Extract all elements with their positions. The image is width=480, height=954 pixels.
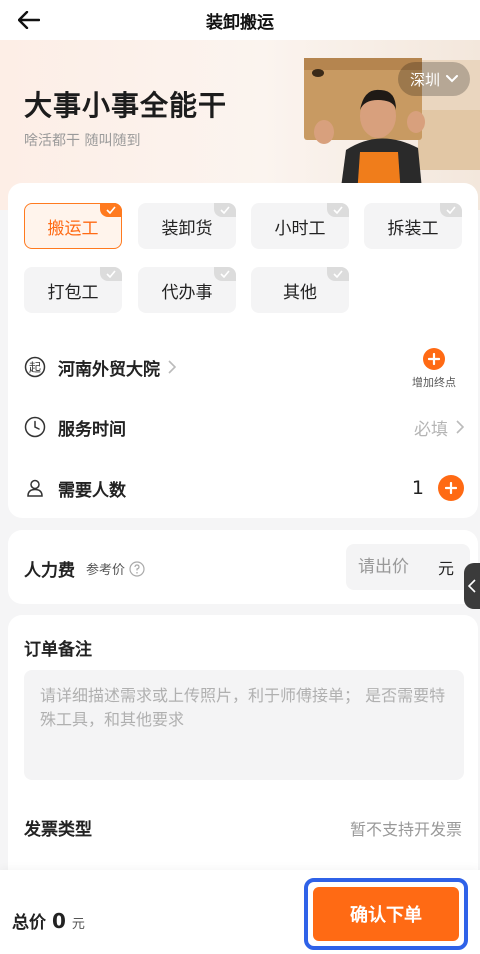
service-time-row[interactable]: 服务时间 必填 bbox=[24, 407, 464, 447]
people-count-label: 需要人数 bbox=[58, 480, 126, 501]
chip-xiaoshi[interactable]: 小时工 bbox=[251, 203, 349, 249]
city-selector[interactable]: 深圳 bbox=[398, 62, 470, 96]
confirm-order-button[interactable]: 确认下单 bbox=[313, 887, 459, 941]
chip-label: 小时工 bbox=[274, 218, 326, 239]
invoice-type-label: 发票类型 bbox=[24, 820, 92, 840]
service-time-label: 服务时间 bbox=[58, 419, 126, 440]
checkmark-icon bbox=[100, 203, 122, 217]
hero-title: 大事小事全能干 bbox=[24, 89, 228, 122]
total-price-label: 总价 bbox=[12, 913, 46, 933]
chip-label: 拆装工 bbox=[387, 218, 439, 239]
add-destination-label: 增加终点 bbox=[412, 376, 456, 389]
service-time-value-area: 必填 bbox=[414, 407, 464, 447]
chip-label: 搬运工 bbox=[47, 218, 99, 239]
service-card: 搬运工 装卸货 小时工 拆装工 打包工 代办事 其他 起 河南外贸大院 增加终点… bbox=[8, 183, 478, 518]
chip-zhuangxie[interactable]: 装卸货 bbox=[138, 203, 236, 249]
bottom-bar: 总价 0 元 确认下单 bbox=[0, 870, 480, 954]
reference-price-label: 参考价 bbox=[86, 563, 126, 578]
help-icon bbox=[129, 560, 145, 577]
labor-fee-card: 人力费 参考价 元 bbox=[8, 530, 478, 604]
arrow-left-icon bbox=[18, 11, 40, 29]
checkmark-icon bbox=[327, 267, 349, 281]
invoice-type-value: 暂不支持开发票 bbox=[349, 820, 462, 839]
start-address-row[interactable]: 起 河南外贸大院 bbox=[24, 347, 464, 387]
people-count-value: 1 bbox=[411, 477, 424, 499]
price-unit: 元 bbox=[438, 559, 455, 578]
confirm-highlight: 确认下单 bbox=[304, 878, 468, 950]
chevron-left-icon bbox=[468, 579, 476, 593]
checkmark-icon bbox=[100, 267, 122, 281]
total-price-unit: 元 bbox=[71, 917, 85, 932]
page-title: 装卸搬运 bbox=[206, 12, 274, 33]
chip-chaizhuang[interactable]: 拆装工 bbox=[364, 203, 462, 249]
city-label: 深圳 bbox=[409, 70, 440, 89]
chip-label: 其他 bbox=[283, 282, 317, 303]
checkmark-icon bbox=[440, 203, 462, 217]
hero-subtitle: 啥活都干 随叫随到 bbox=[24, 133, 141, 149]
total-price-amount: 0 bbox=[52, 909, 66, 933]
checkmark-icon bbox=[327, 203, 349, 217]
plus-icon bbox=[445, 482, 457, 494]
total-price: 总价 0 元 bbox=[12, 908, 85, 933]
checkmark-icon bbox=[214, 267, 236, 281]
top-bar: 装卸搬运 bbox=[0, 0, 480, 40]
add-destination-button[interactable]: 增加终点 bbox=[406, 348, 462, 390]
reference-price-link[interactable]: 参考价 bbox=[86, 559, 145, 578]
chevron-right-icon bbox=[168, 360, 176, 374]
start-marker-icon: 起 bbox=[24, 356, 46, 378]
notes-title: 订单备注 bbox=[24, 640, 92, 660]
price-input-box: 元 bbox=[346, 544, 470, 590]
chip-label: 装卸货 bbox=[161, 218, 213, 239]
chip-label: 代办事 bbox=[161, 282, 213, 303]
checkmark-icon bbox=[214, 203, 236, 217]
chip-daiban[interactable]: 代办事 bbox=[138, 267, 236, 313]
chip-banyun[interactable]: 搬运工 bbox=[24, 203, 122, 249]
notes-textarea[interactable] bbox=[24, 670, 464, 780]
chip-label: 打包工 bbox=[47, 282, 99, 303]
svg-text:起: 起 bbox=[29, 361, 41, 375]
chip-dabao[interactable]: 打包工 bbox=[24, 267, 122, 313]
price-input[interactable] bbox=[358, 557, 428, 577]
plus-icon bbox=[423, 348, 445, 370]
person-icon bbox=[24, 477, 46, 499]
chevron-right-icon bbox=[456, 420, 464, 434]
side-float-tab[interactable] bbox=[464, 563, 480, 609]
labor-fee-label: 人力费 bbox=[24, 561, 75, 581]
back-button[interactable] bbox=[14, 5, 44, 35]
people-count-row: 需要人数 1 bbox=[24, 468, 464, 508]
start-address: 河南外贸大院 bbox=[58, 359, 160, 380]
chevron-down-icon bbox=[446, 75, 458, 83]
people-stepper: 1 bbox=[412, 468, 464, 508]
chip-qita[interactable]: 其他 bbox=[251, 267, 349, 313]
clock-icon bbox=[24, 416, 46, 438]
increase-people-button[interactable] bbox=[438, 475, 464, 501]
service-time-value: 必填 bbox=[414, 419, 448, 440]
